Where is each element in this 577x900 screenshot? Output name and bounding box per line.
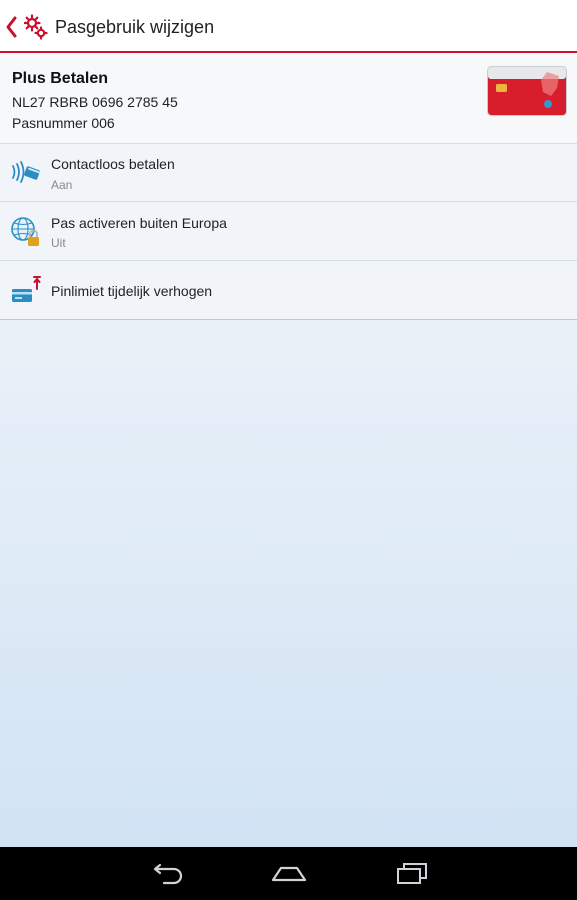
setting-raise-pin-limit[interactable]: Pinlimiet tijdelijk verhogen	[0, 261, 577, 320]
card-iban: NL27 RBRB 0696 2785 45	[12, 94, 178, 110]
card-summary: Plus Betalen NL27 RBRB 0696 2785 45 Pasn…	[0, 53, 577, 144]
nav-recent-icon[interactable]	[392, 860, 432, 886]
setting-activate-outside-europe[interactable]: Pas activeren buiten Europa Uit	[0, 202, 577, 261]
setting-status: Uit	[51, 236, 66, 250]
back-icon[interactable]	[4, 15, 18, 39]
setting-status: Aan	[51, 178, 73, 192]
system-navigation-bar	[0, 847, 577, 900]
card-name: Plus Betalen	[12, 70, 109, 87]
setting-title: Pinlimiet tijdelijk verhogen	[51, 283, 213, 299]
nav-back-icon[interactable]	[146, 860, 186, 886]
page-title: Pasgebruik wijzigen	[55, 17, 215, 37]
globe-lock-icon	[11, 217, 39, 246]
setting-title: Contactloos betalen	[51, 156, 175, 172]
nav-home-icon[interactable]	[269, 860, 309, 886]
contactless-icon	[12, 161, 40, 183]
app-bar: Pasgebruik wijzigen	[0, 0, 577, 53]
setting-contactless[interactable]: Contactloos betalen Aan	[0, 144, 577, 202]
limit-raise-icon	[12, 276, 41, 302]
card-number: Pasnummer 006	[12, 115, 115, 131]
setting-title: Pas activeren buiten Europa	[51, 215, 227, 231]
debit-card-image	[487, 66, 567, 116]
gears-icon	[24, 14, 48, 40]
